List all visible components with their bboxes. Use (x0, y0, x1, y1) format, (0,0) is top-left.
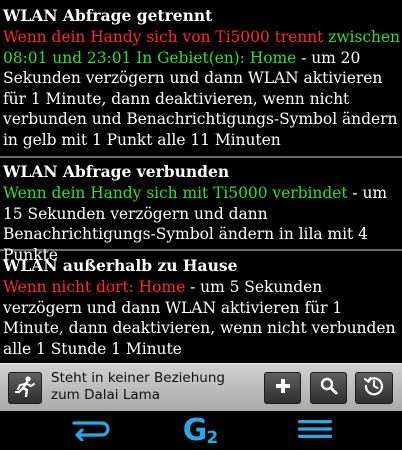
back-arrow-icon (68, 417, 112, 445)
running-person-icon (13, 375, 37, 401)
rule-description: Wenn nicht dort: Home - um 5 Sekunden ve… (3, 277, 400, 359)
back-button[interactable] (50, 411, 130, 450)
plus-icon (274, 377, 292, 399)
rule-trigger: Wenn dein Handy sich von Ti5000 trennt (3, 28, 324, 46)
rule-item-wlan-verbunden[interactable]: WLAN Abfrage verbunden Wenn dein Handy s… (0, 162, 402, 264)
rule-description: Wenn dein Handy sich mit Ti5000 verbinde… (3, 183, 400, 265)
rule-title: WLAN Abfrage verbunden (3, 162, 230, 181)
menu-icon (297, 418, 333, 444)
rule-item-wlan-ausserhalb[interactable]: WLAN außerhalb zu Hause Wenn nicht dort:… (0, 256, 402, 363)
menu-button[interactable] (275, 411, 355, 450)
search-icon (319, 376, 339, 400)
logo-subscript: 2 (206, 428, 218, 448)
search-button[interactable] (310, 372, 347, 404)
rule-description: Wenn dein Handy sich von Ti5000 trennt z… (3, 27, 400, 150)
rule-trigger: Wenn nicht dort: Home (3, 278, 186, 296)
rule-list: WLAN Abfrage getrennt Wenn dein Handy si… (0, 0, 402, 363)
history-button[interactable] (355, 372, 393, 404)
rule-item-wlan-getrennt[interactable]: WLAN Abfrage getrennt Wenn dein Handy si… (0, 6, 402, 158)
home-button[interactable]: G2 (160, 411, 240, 450)
g2-logo: G2 (182, 413, 218, 448)
rule-title: WLAN außerhalb zu Hause (3, 256, 238, 275)
system-navigation-bar: G2 (0, 411, 402, 450)
add-rule-button[interactable] (264, 372, 301, 404)
logo-letter: G (182, 413, 208, 448)
history-icon (363, 375, 385, 401)
status-button[interactable] (8, 372, 42, 404)
rule-trigger: Wenn dein Handy sich mit Ti5000 verbinde… (3, 184, 348, 202)
rule-title: WLAN Abfrage getrennt (3, 6, 213, 25)
bottom-toolbar: Steht in keiner Beziehung zum Dalai Lama (0, 363, 402, 411)
status-message: Steht in keiner Beziehung zum Dalai Lama (51, 370, 225, 403)
